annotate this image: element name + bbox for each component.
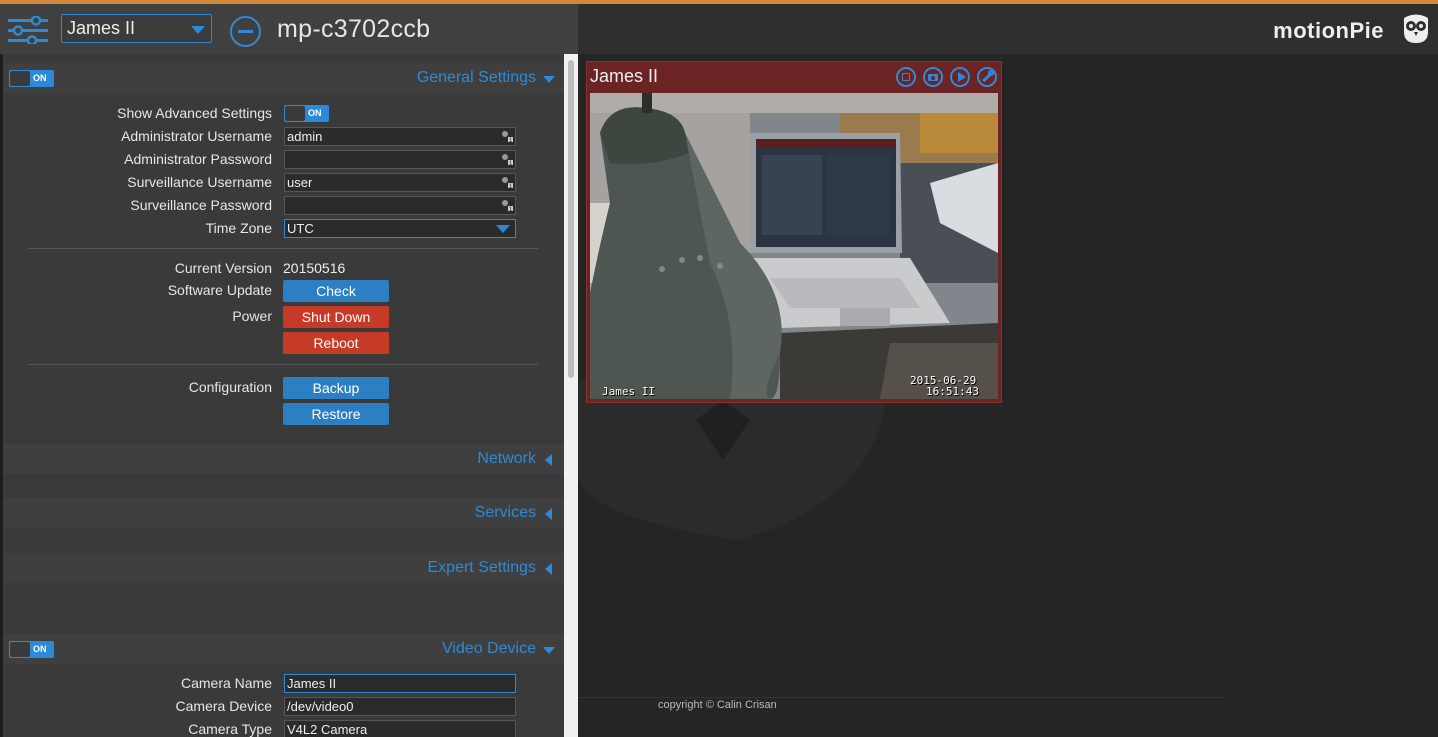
fullscreen-icon[interactable] bbox=[896, 67, 916, 87]
camera-snapshot-icon[interactable] bbox=[923, 67, 943, 87]
section-divider bbox=[28, 364, 538, 365]
brand-logo-text: motionPie bbox=[1273, 18, 1384, 43]
current-version-label: Current Version bbox=[174, 260, 272, 276]
settings-scrollbar-thumb[interactable] bbox=[568, 60, 574, 378]
power-label: Power bbox=[232, 308, 272, 324]
admin-username-label: Administrator Username bbox=[121, 128, 272, 144]
camera-name-label: Camera Name bbox=[180, 675, 272, 691]
current-version-value: 20150516 bbox=[283, 260, 346, 276]
camera-type-value: V4L2 Camera bbox=[287, 722, 368, 737]
backup-button[interactable]: Backup bbox=[283, 377, 389, 399]
right-header: motionPie bbox=[578, 4, 1438, 54]
section-divider bbox=[28, 248, 538, 249]
admin-username-value: admin bbox=[287, 129, 323, 144]
toggle-label: ON bbox=[33, 644, 47, 654]
surveillance-username-label: Surveillance Username bbox=[127, 174, 272, 190]
camera-selector[interactable]: James II bbox=[61, 14, 212, 43]
key-icon: 1 bbox=[502, 154, 513, 166]
toggle-label: ON bbox=[308, 108, 322, 118]
camera-name-value: James II bbox=[287, 676, 337, 691]
network-title[interactable]: Network bbox=[477, 450, 536, 468]
network-section-header[interactable]: Network bbox=[3, 444, 564, 474]
admin-password-label: Administrator Password bbox=[124, 151, 272, 167]
chevron-down-icon bbox=[496, 225, 510, 233]
osd-time: 16:51:43 bbox=[926, 385, 979, 398]
general-settings-header[interactable]: ON General Settings bbox=[3, 63, 564, 93]
time-zone-label: Time Zone bbox=[205, 220, 272, 236]
panel-left-edge bbox=[0, 54, 3, 737]
collapse-left-icon bbox=[545, 508, 552, 520]
software-update-label: Software Update bbox=[167, 282, 272, 298]
chevron-down-icon bbox=[191, 26, 205, 34]
check-update-button[interactable]: Check bbox=[283, 280, 389, 302]
surveillance-password-input[interactable]: 1 bbox=[284, 196, 516, 215]
restore-button[interactable]: Restore bbox=[283, 403, 389, 425]
owl-logo-icon bbox=[1404, 14, 1428, 43]
general-settings-title[interactable]: General Settings bbox=[417, 69, 536, 87]
remove-camera-icon[interactable] bbox=[230, 16, 261, 47]
settings-sliders-icon[interactable] bbox=[8, 16, 48, 44]
camera-type-label: Camera Type bbox=[188, 721, 272, 737]
camera-selector-value: James II bbox=[67, 18, 136, 38]
time-zone-select[interactable]: UTC bbox=[284, 219, 516, 238]
expert-settings-section-header[interactable]: Expert Settings bbox=[3, 553, 564, 583]
key-icon: 1 bbox=[502, 177, 513, 189]
surveillance-username-value: user bbox=[287, 175, 313, 190]
camera-device-label: Camera Device bbox=[175, 698, 272, 714]
configuration-label: Configuration bbox=[188, 379, 272, 395]
expert-settings-title[interactable]: Expert Settings bbox=[428, 559, 537, 577]
video-device-title[interactable]: Video Device bbox=[442, 640, 536, 658]
show-advanced-label: Show Advanced Settings bbox=[117, 105, 272, 121]
video-device-section-header[interactable]: ON Video Device bbox=[3, 634, 564, 664]
camera-live-view[interactable]: James II 2015-06-29 16:51:43 bbox=[590, 93, 998, 399]
expand-down-icon bbox=[543, 647, 555, 654]
camera-frame-title: James II bbox=[590, 66, 659, 86]
toggle-knob bbox=[10, 71, 30, 86]
key-icon: 1 bbox=[502, 200, 513, 212]
surveillance-password-label: Surveillance Password bbox=[130, 197, 272, 213]
camera-device-input[interactable]: /dev/video0 bbox=[284, 697, 516, 716]
services-title[interactable]: Services bbox=[475, 504, 536, 522]
footer-copyright: copyright © Calin Crisan bbox=[658, 699, 777, 711]
reboot-button[interactable]: Reboot bbox=[283, 332, 389, 354]
camera-device-value: /dev/video0 bbox=[287, 699, 354, 714]
collapse-left-icon bbox=[545, 454, 552, 466]
admin-password-input[interactable]: 1 bbox=[284, 150, 516, 169]
camera-name-input[interactable]: James II bbox=[284, 674, 516, 693]
admin-username-input[interactable]: admin 1 bbox=[284, 127, 516, 146]
wrench-configure-icon[interactable] bbox=[977, 67, 997, 87]
video-device-toggle[interactable]: ON bbox=[9, 641, 54, 658]
footer-divider bbox=[578, 697, 1226, 698]
surveillance-username-input[interactable]: user 1 bbox=[284, 173, 516, 192]
toggle-knob bbox=[285, 106, 305, 121]
toggle-label: ON bbox=[33, 73, 47, 83]
toggle-knob bbox=[10, 642, 30, 657]
osd-camera-name: James II bbox=[602, 385, 655, 398]
show-advanced-toggle[interactable]: ON bbox=[284, 105, 329, 122]
time-zone-value: UTC bbox=[287, 221, 314, 236]
services-section-header[interactable]: Services bbox=[3, 498, 564, 528]
camera-frame[interactable]: James II James II 2015-06-29 16:51:43 bbox=[586, 61, 1002, 403]
expand-down-icon bbox=[543, 76, 555, 83]
camera-image bbox=[590, 93, 998, 399]
collapse-left-icon bbox=[545, 563, 552, 575]
hostname-title: mp-c3702ccb bbox=[277, 15, 431, 43]
settings-panel: ON General Settings Show Advanced Settin… bbox=[0, 54, 578, 737]
owl-watermark-icon bbox=[578, 380, 888, 540]
left-header: James II mp-c3702ccb bbox=[0, 4, 578, 54]
general-settings-toggle[interactable]: ON bbox=[9, 70, 54, 87]
play-media-icon[interactable] bbox=[950, 67, 970, 87]
key-icon: 1 bbox=[502, 131, 513, 143]
camera-type-input[interactable]: V4L2 Camera bbox=[284, 720, 516, 737]
shutdown-button[interactable]: Shut Down bbox=[283, 306, 389, 328]
